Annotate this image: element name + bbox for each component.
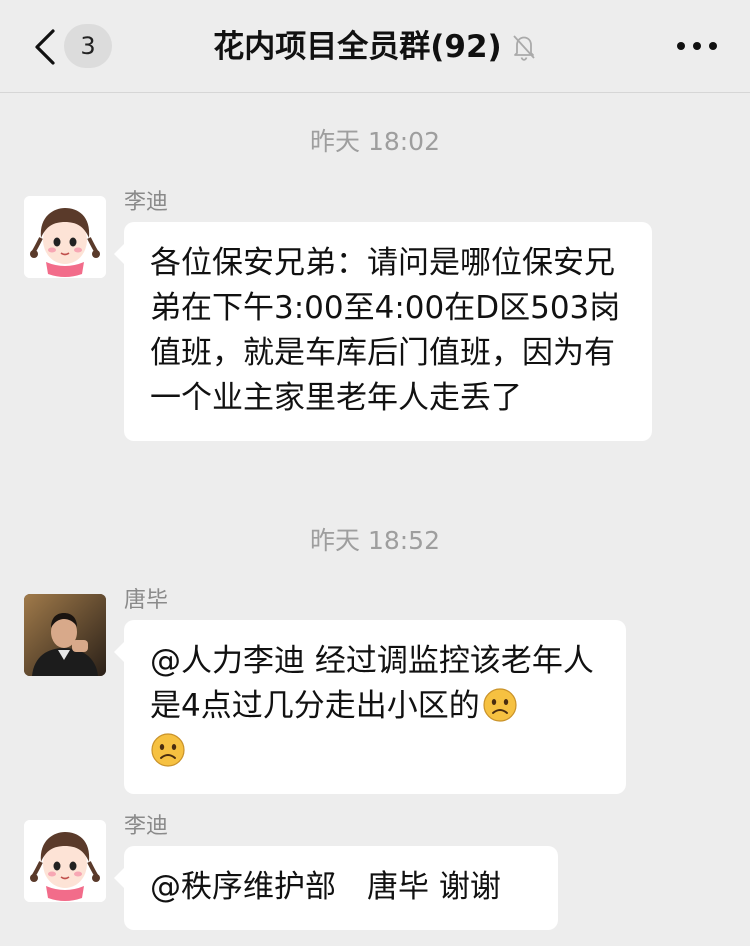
more-options-button[interactable] [672,28,722,64]
avatar[interactable] [24,196,106,278]
girl-cartoon-avatar [24,196,106,278]
chat-title: 花内项目全员群(92) [213,29,502,65]
more-dots-icon [677,42,717,50]
frown-emoji [151,733,185,767]
unread-count-badge: 3 [64,24,112,68]
message-text: @人力李迪 经过调监控该老年人是4点过几分走出小区的 [150,643,594,724]
message-text: @秩序维护部 唐毕 谢谢 [150,869,501,905]
chevron-left-icon [35,29,55,65]
frown-emoji [483,688,517,722]
message-bubble[interactable]: @秩序维护部 唐毕 谢谢 [114,846,558,930]
message-bubble[interactable]: 各位保安兄弟：请问是哪位保安兄弟在下午3:00至4:00在D区503岗值班，就是… [114,222,652,441]
avatar[interactable] [24,820,106,902]
girl-cartoon-avatar [24,820,106,902]
man-photo-avatar [24,594,106,676]
message-text: 各位保安兄弟：请问是哪位保安兄弟在下午3:00至4:00在D区503岗值班，就是… [150,245,621,416]
chat-title-area[interactable]: 花内项目全员群(92) [120,22,630,72]
bell-off-icon [513,35,535,61]
message-timestamp: 昨天 18:02 [310,127,440,156]
message-timestamp: 昨天 18:52 [310,526,440,555]
sender-name: 李迪 [124,190,169,215]
sender-name: 李迪 [124,814,169,839]
back-button[interactable]: 3 [26,22,116,72]
sender-name: 唐毕 [124,588,169,613]
avatar[interactable] [24,594,106,676]
chat-header: 3 花内项目全员群(92) [0,0,750,93]
message-bubble[interactable]: @人力李迪 经过调监控该老年人是4点过几分走出小区的 [114,620,626,794]
